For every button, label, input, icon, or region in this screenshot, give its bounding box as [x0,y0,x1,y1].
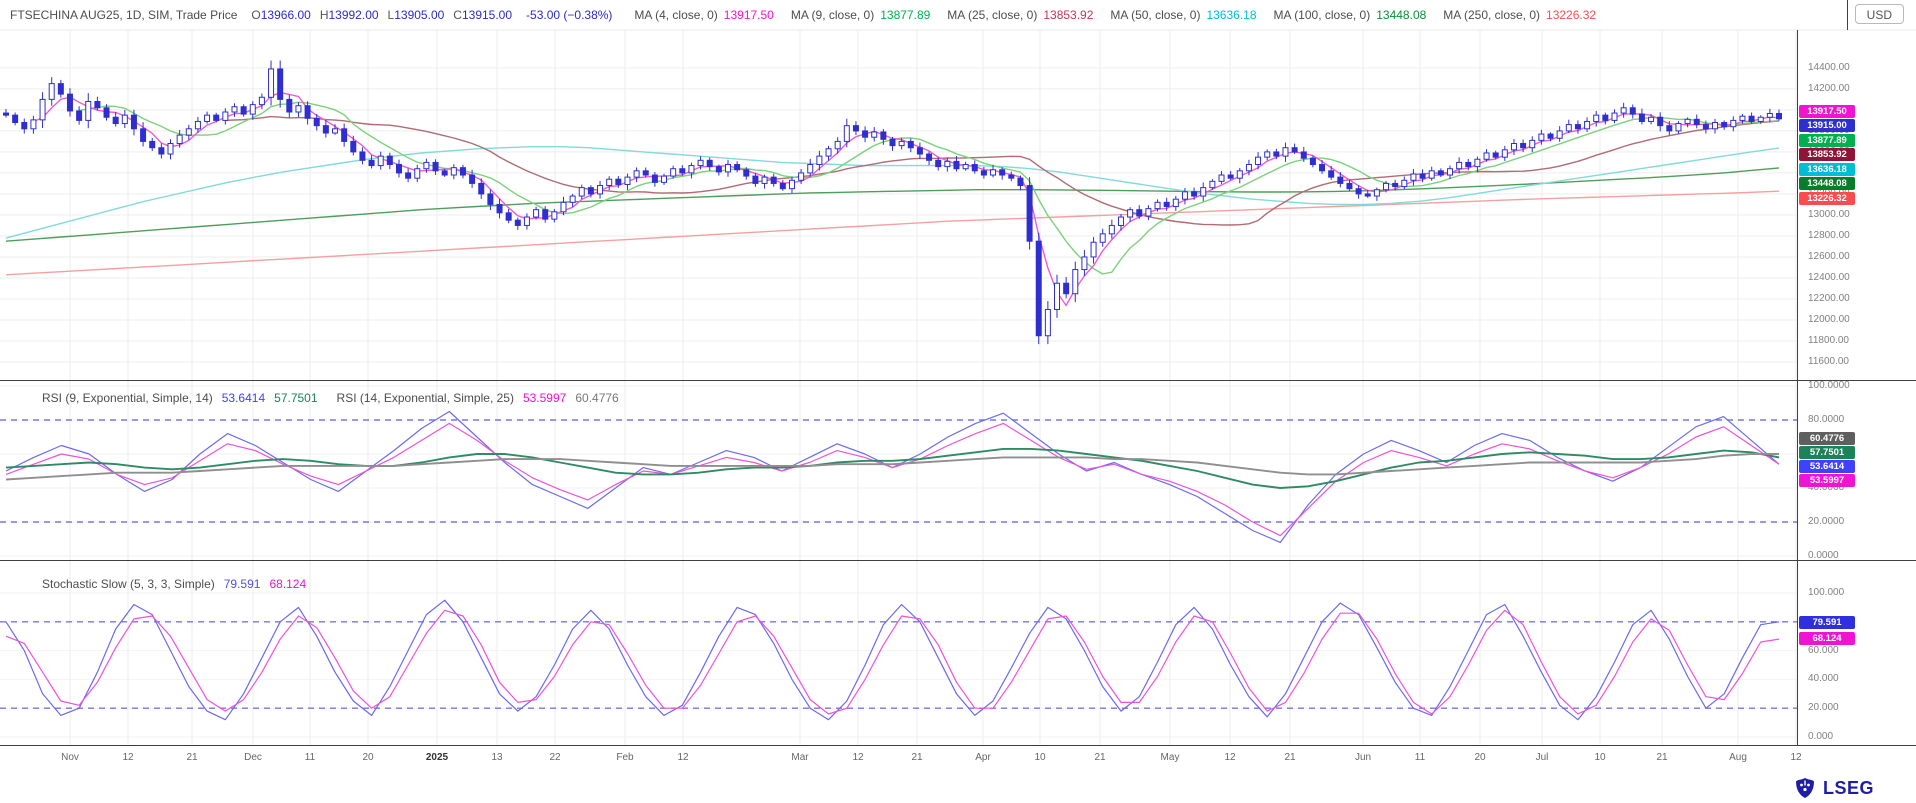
x-axis-label-5: 20 [362,752,373,763]
stoch-tick-40: 40.000 [1808,673,1839,684]
ohlc-values: O13966.00 H13992.00 L13905.00 C13915.00 [251,8,512,22]
x-axis-label-24: 10 [1594,752,1605,763]
stoch-tick-20: 20.000 [1808,702,1839,713]
rsi-panel[interactable] [0,380,1797,560]
ma-legend-item-5: MA (250, close, 0)13226.32 [1443,8,1596,22]
ohlc-item-o: O13966.00 [251,8,310,22]
price-change: -53.00 (−0.38%) [526,8,612,22]
stoch-tick-60: 60.000 [1808,645,1839,656]
stoch-badge-0: 79.591 [1799,616,1855,629]
x-axis-label-16: 21 [1094,752,1105,763]
price-badge-1: 13915.00 [1799,119,1855,132]
x-axis-label-26: Aug [1729,752,1747,763]
x-axis-label-4: 11 [305,752,315,763]
ma-legend-item-4: MA (100, close, 0)13448.08 [1274,8,1427,22]
lseg-logo: LSEG [1793,777,1874,799]
x-axis-label-1: 12 [122,752,133,763]
ohlc-item-h: H13992.00 [320,8,379,22]
x-axis-label-23: Jul [1536,752,1549,763]
price-tick-14200: 14200.00 [1808,83,1850,94]
ohlc-item-l: L13905.00 [388,8,445,22]
x-axis-label-0: Nov [61,752,79,763]
price-badge-2: 13877.89 [1799,134,1855,147]
currency-button[interactable]: USD [1855,4,1904,24]
x-axis-label-11: Mar [791,752,808,763]
x-axis-label-7: 13 [491,752,502,763]
x-axis-label-25: 21 [1656,752,1667,763]
rsi-badge-3: 53.5997 [1799,474,1855,487]
stochastic-panel[interactable] [0,560,1797,745]
stoch-tick-0: 0.000 [1808,731,1833,742]
price-badge-5: 13448.08 [1799,177,1855,190]
stoch-tick-100: 100.000 [1808,587,1844,598]
price-badge-0: 13917.50 [1799,105,1855,118]
rsi-tick-20: 20.0000 [1808,516,1844,527]
main-price-chart[interactable] [0,30,1797,380]
x-axis-label-27: 12 [1790,752,1801,763]
x-axis-label-8: 22 [549,752,560,763]
x-axis-label-2: 21 [186,752,197,763]
lseg-crest-icon [1793,777,1817,799]
rsi-tick-0: 0.0000 [1808,550,1839,561]
x-axis-label-22: 20 [1474,752,1485,763]
x-axis-label-17: May [1161,752,1180,763]
instrument-title: FTSECHINA AUG25, 1D, SIM, Trade Price [10,8,237,22]
rsi-badge-0: 60.4776 [1799,432,1855,445]
price-badge-4: 13636.18 [1799,163,1855,176]
price-tick-13000: 13000.00 [1808,209,1850,220]
x-axis-label-13: 21 [911,752,922,763]
lseg-logo-text: LSEG [1823,778,1874,799]
rsi-badge-2: 53.6414 [1799,460,1855,473]
x-axis-label-20: Jun [1355,752,1371,763]
x-axis-label-14: Apr [975,752,991,763]
ma-legend-item-3: MA (50, close, 0)13636.18 [1110,8,1256,22]
x-axis-label-3: Dec [244,752,262,763]
chart-widget: FTSECHINA AUG25, 1D, SIM, Trade Price O1… [0,0,1916,803]
x-axis-label-12: 12 [852,752,863,763]
x-axis-label-6: 2025 [426,752,448,763]
price-tick-11600: 11600.00 [1808,356,1849,367]
x-axis-label-9: Feb [616,752,633,763]
x-axis-label-15: 10 [1034,752,1045,763]
rsi-tick-80: 80.0000 [1808,414,1844,425]
x-axis-label-18: 12 [1224,752,1235,763]
x-axis-label-19: 21 [1284,752,1295,763]
ma-legend-item-2: MA (25, close, 0)13853.92 [947,8,1093,22]
price-tick-12600: 12600.00 [1808,251,1850,262]
ma-legend-item-1: MA (9, close, 0)13877.89 [791,8,930,22]
stoch-badge-1: 68.124 [1799,632,1855,645]
price-tick-12000: 12000.00 [1808,314,1850,325]
ohlc-item-c: C13915.00 [453,8,512,22]
rsi-tick-100: 100.0000 [1808,380,1850,391]
ma-legend: MA (4, close, 0)13917.50 MA (9, close, 0)… [626,8,1596,22]
price-tick-14400: 14400.00 [1808,62,1850,73]
price-badge-6: 13226.32 [1799,192,1855,205]
rsi-badge-1: 57.7501 [1799,446,1855,459]
price-badge-3: 13853.92 [1799,148,1855,161]
price-tick-12200: 12200.00 [1808,293,1850,304]
price-tick-11800: 11800.00 [1808,335,1849,346]
price-tick-12400: 12400.00 [1808,272,1850,283]
price-tick-12800: 12800.00 [1808,230,1850,241]
ma-legend-item-0: MA (4, close, 0)13917.50 [634,8,773,22]
x-axis-label-10: 12 [677,752,688,763]
x-axis-label-21: 11 [1415,752,1425,763]
chart-header-legend: FTSECHINA AUG25, 1D, SIM, Trade Price O1… [10,0,1596,30]
